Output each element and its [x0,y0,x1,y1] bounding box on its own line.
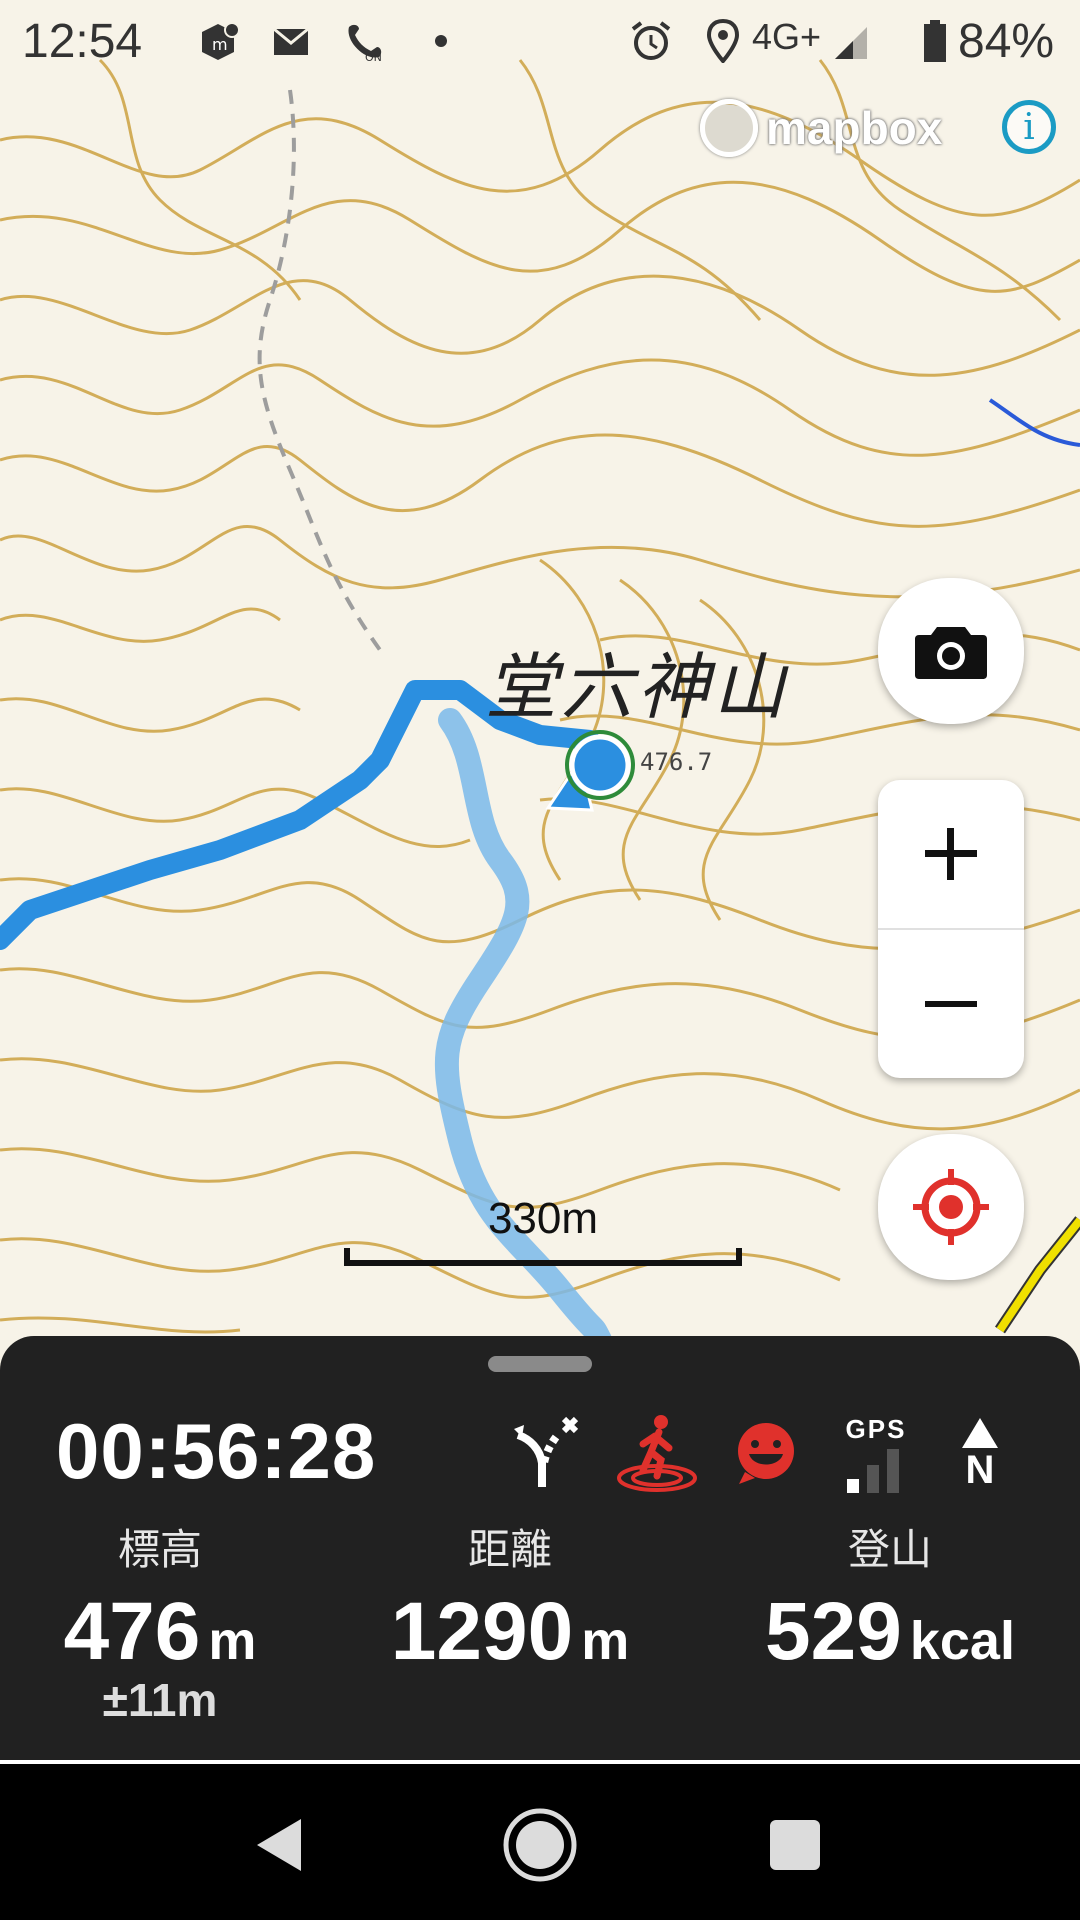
system-nav-bar [0,1760,1080,1920]
mapbox-logo-icon [700,99,758,157]
plus-icon [925,828,977,880]
scale-line [344,1248,742,1266]
app-notification-icon: m [196,18,242,64]
stat-value: 1290 [390,1586,574,1677]
stat-label: 標高 [117,1525,202,1574]
zoom-out-button[interactable] [878,930,1024,1078]
zoom-controls [878,780,1024,1078]
stat-unit: m [581,1611,630,1671]
network-type: 4G+ [752,16,822,57]
dot-icon [418,18,464,64]
back-button[interactable] [236,1800,326,1890]
mapbox-wordmark: mapbox [766,102,943,154]
face-icon[interactable] [726,1408,806,1498]
location-icon [700,18,746,64]
camera-icon [915,627,987,679]
stat-value: 529 [765,1586,902,1677]
walking-icon[interactable] [612,1408,702,1498]
tracking-panel[interactable]: 00:56:28 GPS N 標高 476 m ±11m 距離 1290 m 登山 … [0,1336,1080,1760]
scale-label: 330m [487,1194,599,1243]
gps-signal-icon[interactable]: GPS [834,1408,918,1498]
north-compass-icon[interactable]: N [944,1408,1016,1498]
signal-icon [832,18,878,64]
gps-bars-icon [847,1448,899,1493]
zoom-in-button[interactable] [878,780,1024,928]
locate-icon [913,1169,989,1245]
stat-unit: kcal [909,1611,1015,1671]
info-icon[interactable]: i [1002,100,1056,154]
info-symbol: i [1023,106,1035,148]
svg-text:m: m [212,35,228,54]
svg-text:ON: ON [365,51,382,63]
peak-name-label: 堂六神山 [485,645,790,729]
home-button[interactable] [495,1800,585,1890]
map-scale-bar: 330m [344,1194,742,1266]
status-bar: 12:54 m ON 4G+ 84% [0,0,1080,86]
mail-icon [268,18,314,64]
status-time: 12:54 [22,15,143,68]
stat-unit: m [208,1611,257,1671]
minus-icon [925,1001,977,1007]
camera-button[interactable] [878,578,1024,724]
elevation-accuracy: ±11m [102,1674,218,1726]
recents-button[interactable] [750,1800,840,1890]
battery-percent: 84% [958,15,1055,68]
alarm-icon [628,18,674,64]
gps-label: GPS [845,1413,907,1444]
stat-label: 距離 [467,1525,552,1574]
route-off-icon[interactable] [506,1408,586,1498]
panel-drag-handle[interactable] [488,1356,592,1372]
stat-value: 476 [63,1586,201,1677]
stat-calories: 登山 529 kcal [740,1516,1040,1679]
wifi-calling-on-icon: ON [342,18,388,64]
peak-elevation-label: 476.7 [640,748,713,776]
mapbox-attribution-logo[interactable]: mapbox [700,96,942,160]
stat-distance: 距離 1290 m [380,1516,640,1679]
compass-label: N [965,1448,995,1492]
north-arrow-icon [962,1418,998,1448]
battery-icon [912,18,958,64]
elapsed-time: 00:56:28 [56,1407,377,1495]
stat-elevation: 標高 476 m ±11m [40,1516,280,1727]
home-icon [503,1808,577,1882]
locate-button[interactable] [878,1134,1024,1280]
back-icon [257,1819,301,1871]
current-position-marker [569,734,631,796]
recents-icon [770,1820,820,1870]
stat-label: 登山 [847,1525,932,1574]
